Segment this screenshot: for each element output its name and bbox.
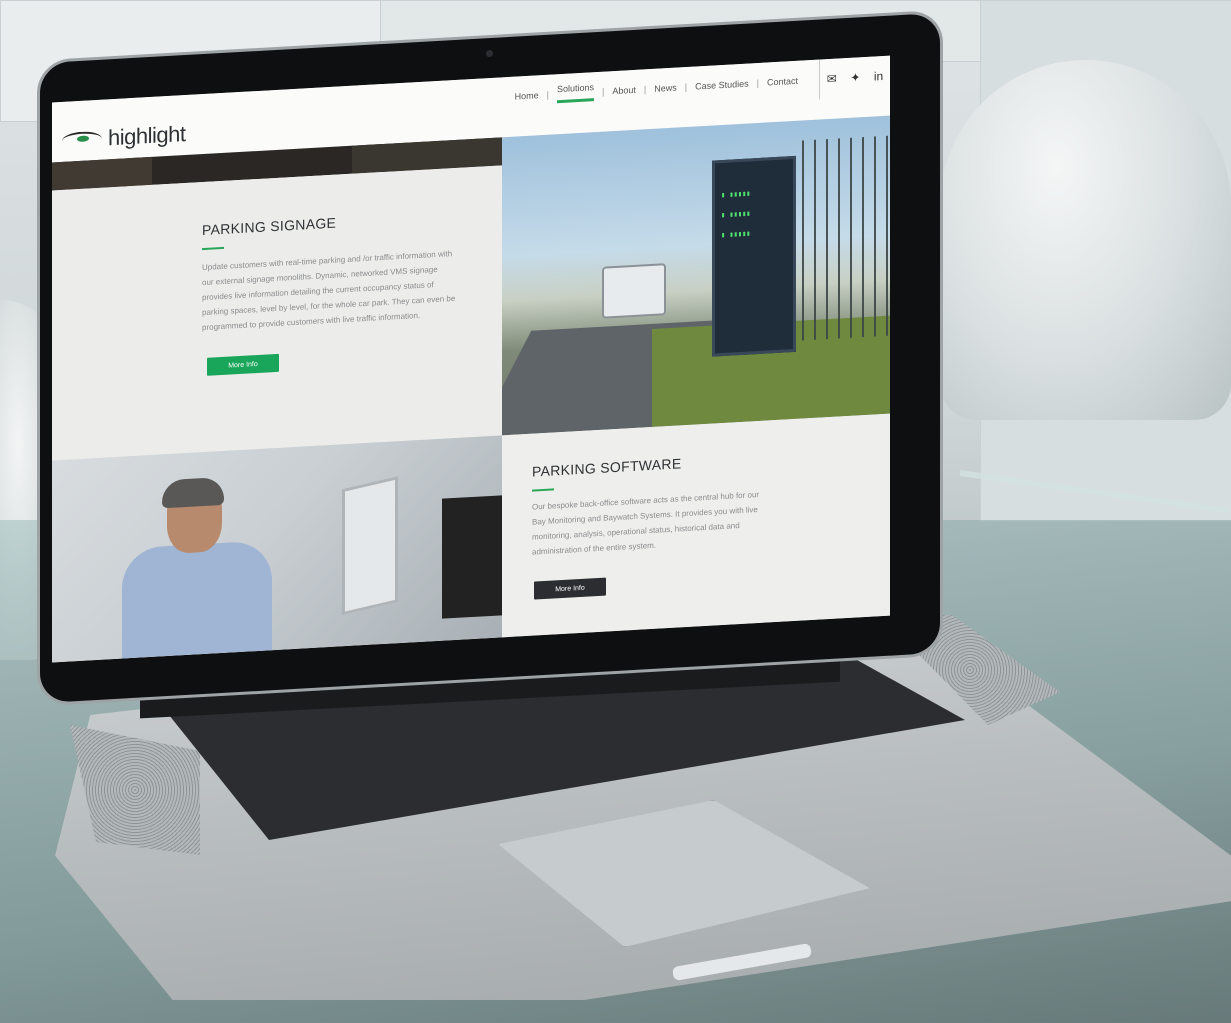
signage-photo: ▮ ▮▮▮▮▮ ▮ ▮▮▮▮▮ ▮ ▮▮▮▮▮: [502, 115, 890, 436]
laptop-screen: highlight Home | Solutions | About | New…: [52, 55, 890, 663]
main-nav: Home | Solutions | About | News | Case S…: [515, 71, 798, 106]
nav-about[interactable]: About: [612, 84, 636, 95]
sign-row: ▮ ▮▮▮▮▮: [721, 229, 751, 240]
envelope-icon[interactable]: ✉: [827, 72, 837, 87]
more-info-button[interactable]: More Info: [207, 353, 279, 376]
photo-vms-sign: ▮ ▮▮▮▮▮ ▮ ▮▮▮▮▮ ▮ ▮▮▮▮▮: [712, 155, 796, 357]
nav-separator: |: [546, 89, 549, 100]
nav-solutions[interactable]: Solutions: [556, 82, 595, 104]
accent-rule: [202, 246, 224, 251]
eye-logo-icon: [62, 130, 102, 149]
photo-bus: [602, 263, 666, 319]
photo-fence: [802, 135, 890, 341]
nav-contact[interactable]: Contact: [767, 75, 798, 87]
laptop-lid: highlight Home | Solutions | About | New…: [40, 12, 940, 704]
linkedin-icon[interactable]: in: [874, 69, 883, 84]
nav-separator: |: [602, 86, 605, 97]
more-info-button[interactable]: More Info: [534, 577, 606, 600]
social-links: ✉ ✦ in: [819, 55, 890, 100]
twitter-icon[interactable]: ✦: [850, 70, 860, 85]
photo-monitor: [342, 476, 398, 616]
photo-man: [122, 476, 272, 663]
photo-man-body: [122, 540, 272, 663]
office-photo: [52, 435, 502, 663]
card-body: Update customers with real-time parking …: [202, 249, 456, 333]
sign-row: ▮ ▮▮▮▮▮: [721, 189, 751, 200]
photo-monitor: [442, 495, 502, 619]
camera-icon: [486, 49, 493, 58]
parking-software-card: PARKING SOFTWARE Our bespoke back-office…: [502, 413, 890, 638]
nav-case-studies[interactable]: Case Studies: [695, 78, 749, 91]
background-chair: [940, 60, 1231, 420]
accent-rule: [532, 488, 554, 492]
logo-text: highlight: [108, 121, 186, 151]
card-title: PARKING SIGNAGE: [202, 214, 337, 239]
nav-home[interactable]: Home: [515, 90, 539, 101]
card-body: Our bespoke back-office software acts as…: [532, 489, 760, 557]
parking-signage-card: PARKING SIGNAGE Update customers with re…: [52, 165, 502, 461]
nav-separator: |: [756, 77, 759, 88]
nav-separator: |: [684, 81, 688, 92]
card-title: PARKING SOFTWARE: [532, 455, 682, 480]
photo-man-hair: [162, 476, 224, 509]
nav-news[interactable]: News: [654, 82, 677, 93]
nav-separator: |: [643, 83, 647, 94]
site-logo[interactable]: highlight: [62, 121, 185, 154]
sign-row: ▮ ▮▮▮▮▮: [721, 209, 751, 220]
